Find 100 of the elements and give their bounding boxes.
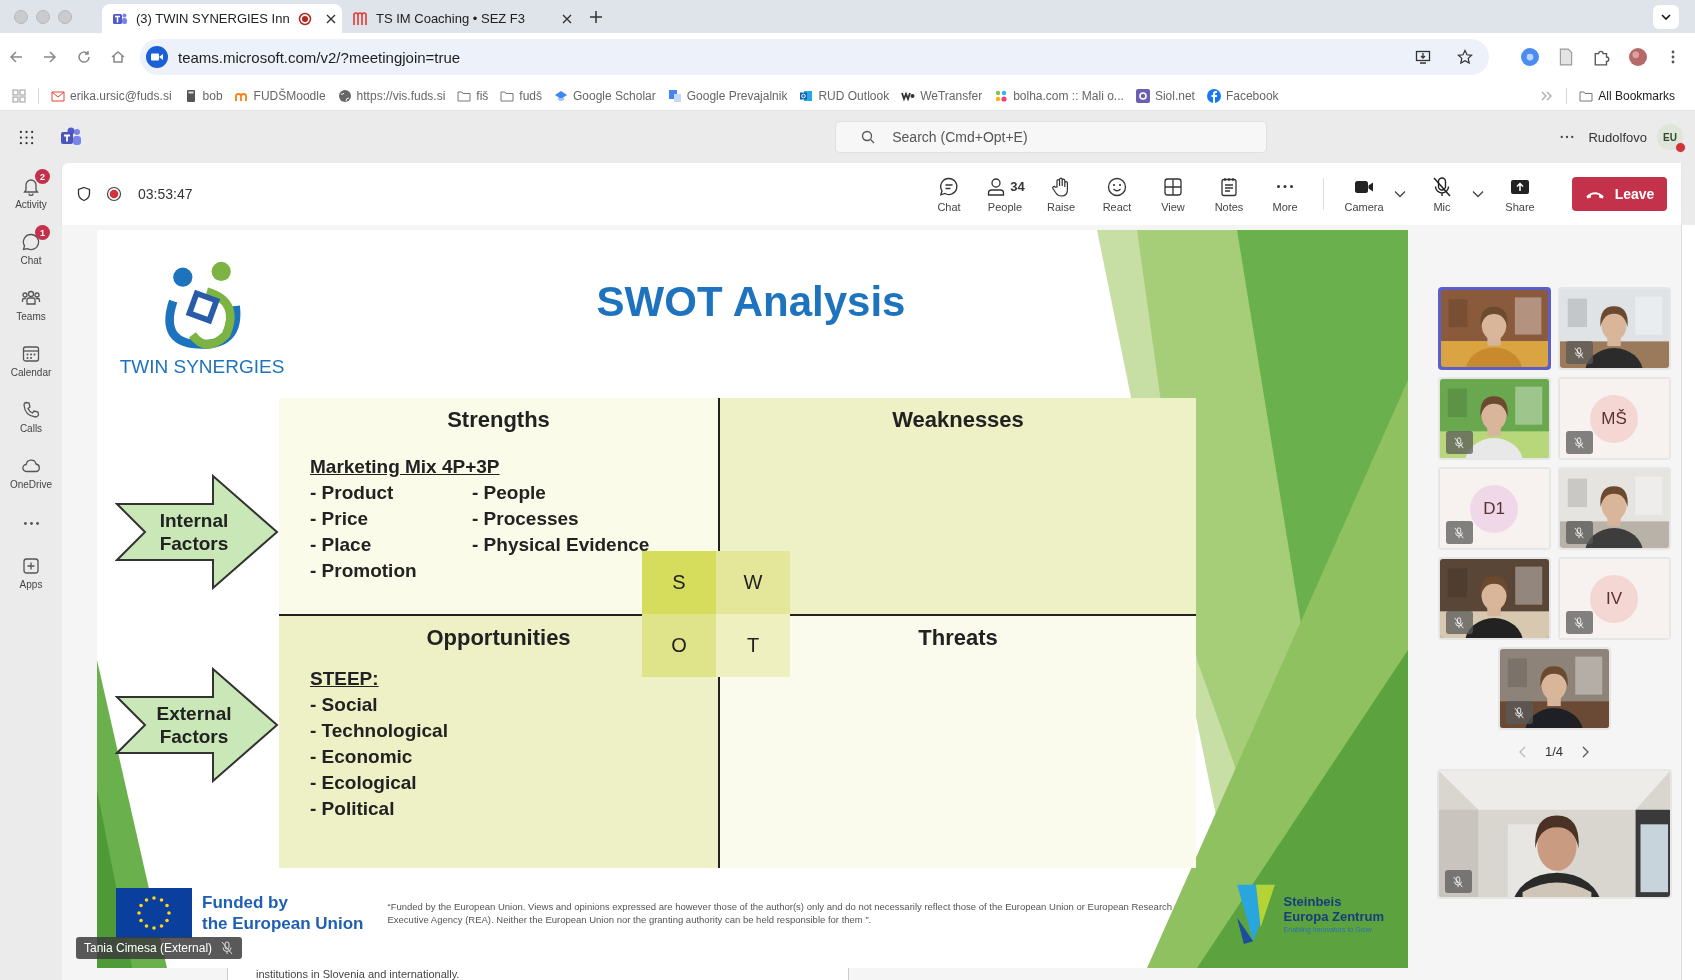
shield-icon[interactable]: [76, 186, 92, 202]
toolbar-button[interactable]: Mic: [1414, 175, 1470, 213]
calendar-icon: [21, 344, 41, 364]
notification-badge: 1: [35, 225, 50, 240]
busy-status-dot: [1675, 142, 1686, 153]
colored-dots-icon: [994, 88, 1009, 103]
bookmark[interactable]: https://vis.fuds.si: [337, 88, 446, 103]
presenter-name-tag: Tania Cimesa (External): [76, 937, 243, 959]
microphone-off-icon: [220, 941, 235, 955]
user-avatar[interactable]: EU: [1657, 124, 1683, 150]
bookmark[interactable]: WeTransfer: [901, 88, 983, 103]
swot-letter: S: [642, 551, 716, 614]
quadrant-title: Opportunities: [426, 624, 571, 652]
video-call-icon: [146, 46, 168, 68]
address-bar[interactable]: teams.microsoft.com/v2/?meetingjoin=true: [140, 39, 1489, 75]
close-icon[interactable]: [325, 13, 336, 24]
initials-avatar: IV: [1590, 574, 1638, 623]
browser-tab[interactable]: (3) TWIN SYNERGIES Inn: [102, 4, 342, 33]
bookmark[interactable]: erika.ursic@fuds.si: [51, 88, 172, 103]
list-item: - Price: [310, 507, 369, 531]
toolbar-button[interactable]: More: [1257, 175, 1313, 213]
bookmark[interactable]: Siol.net: [1135, 88, 1195, 103]
bookmark[interactable]: fudš: [500, 88, 542, 103]
arrow-label: Internal Factors: [158, 509, 230, 555]
toolbar-button[interactable]: Chat: [921, 175, 977, 213]
bookmark[interactable]: Google Prevajalnik: [667, 88, 788, 103]
folder-icon: [1579, 88, 1594, 103]
funding-text: Funded by: [202, 892, 289, 913]
toolbar-button[interactable]: React: [1089, 175, 1145, 213]
disclaimer-text: “Funded by the European Union. Views and opinions expressed are however those of the author(s) only and do not necessarily reflect those of the European Union or European Research Executive Agency (REA). Neither the European Union nor the granting authority can be held responsible for them ”.: [387, 900, 1174, 926]
folder-icon: [457, 88, 472, 103]
globe-icon: [337, 88, 352, 103]
list-item: - Place: [310, 533, 372, 557]
sidebar-item[interactable]: 2 Activity: [4, 163, 58, 215]
browser-tab[interactable]: TS IM Coaching • SEZ F3: [342, 4, 582, 33]
swot-letter: T: [716, 614, 790, 677]
toolbar-button[interactable]: Notes: [1201, 175, 1257, 213]
more-options-icon[interactable]: [1560, 135, 1575, 139]
tab-search-button[interactable]: [1653, 4, 1679, 29]
more-icon: [1277, 185, 1293, 188]
sidebar-item[interactable]: OneDrive: [0, 443, 64, 495]
list-item: - Promotion: [310, 559, 417, 583]
participant-tile[interactable]: D1: [1437, 467, 1551, 550]
facebook-logo-icon: [1206, 88, 1221, 103]
chat-icon: [21, 232, 41, 252]
siol-logo-icon: [1135, 88, 1150, 103]
list-item: - People: [472, 481, 546, 505]
bookmark[interactable]: Facebook: [1206, 88, 1279, 103]
star-icon[interactable]: [1457, 49, 1473, 65]
all-bookmarks[interactable]: All Bookmarks: [1579, 88, 1675, 103]
organization-name[interactable]: Rudolfovo: [1588, 129, 1647, 145]
sidebar-item[interactable]: 1 Chat: [9, 219, 53, 271]
reload-icon[interactable]: [76, 49, 92, 65]
bookmark[interactable]: Google Scholar: [554, 88, 656, 103]
next-page-icon[interactable]: [1581, 745, 1590, 758]
toolbar-button[interactable]: 34 People: [977, 175, 1033, 213]
leave-button[interactable]: Leave: [1572, 177, 1667, 211]
search-icon: [861, 130, 876, 144]
sidebar-item[interactable]: Calls: [8, 387, 54, 439]
list-item: - Product: [310, 481, 394, 505]
toolbar-button[interactable]: Share: [1492, 175, 1548, 213]
swot-letter: W: [716, 551, 790, 614]
teams-logo-icon[interactable]: [60, 127, 82, 147]
chevron-down-icon: [1661, 13, 1671, 20]
forward-icon[interactable]: [42, 49, 58, 65]
slide-title: SWOT Analysis: [596, 278, 906, 326]
toolbar-button[interactable]: View: [1145, 175, 1201, 213]
participant-tile[interactable]: MŠ: [1557, 377, 1671, 460]
bookmark[interactable]: bolha.com :: Mali o...: [994, 88, 1124, 103]
toolbar-button[interactable]: Raise: [1033, 175, 1089, 213]
funding-text: the European Union: [202, 913, 364, 934]
back-icon[interactable]: [8, 49, 24, 65]
bookmark[interactable]: RUD Outlook: [799, 88, 890, 103]
meeting-timer: 03:53:47: [138, 186, 193, 202]
close-icon[interactable]: [562, 13, 572, 24]
home-icon[interactable]: [110, 49, 126, 65]
search-field[interactable]: Search (Cmd+Opt+E): [835, 121, 1268, 153]
app-launcher-icon[interactable]: [19, 129, 34, 145]
swot-letter: O: [642, 614, 716, 677]
new-tab-icon[interactable]: [590, 10, 602, 23]
list-item: - Processes: [472, 507, 579, 531]
graduation-cap-icon: [554, 88, 568, 103]
toolbar-button[interactable]: Camera: [1336, 175, 1392, 213]
sidebar-item[interactable]: Teams: [5, 275, 57, 327]
zoom-extension-icon[interactable]: [1521, 48, 1539, 66]
notification-badge: 2: [35, 169, 50, 184]
chevron-down-icon[interactable]: [1472, 190, 1484, 198]
bookmark[interactable]: FUDŠMoodle: [234, 88, 326, 103]
list-item: - Ecological: [310, 771, 417, 795]
bookmark[interactable]: fiš: [457, 88, 489, 103]
sidebar-item[interactable]: Apps: [8, 543, 54, 595]
list-item: - Technological: [310, 719, 448, 743]
install-icon[interactable]: [1415, 49, 1431, 65]
puzzle-icon[interactable]: [1593, 48, 1611, 66]
document-icon[interactable]: [1557, 48, 1575, 66]
chevron-down-icon[interactable]: [1394, 190, 1406, 198]
sidebar-item[interactable]: Calendar: [0, 331, 63, 383]
participant-tile[interactable]: IV: [1557, 557, 1671, 640]
bookmark[interactable]: bob: [183, 88, 223, 103]
profile-avatar-icon[interactable]: [1629, 48, 1647, 66]
